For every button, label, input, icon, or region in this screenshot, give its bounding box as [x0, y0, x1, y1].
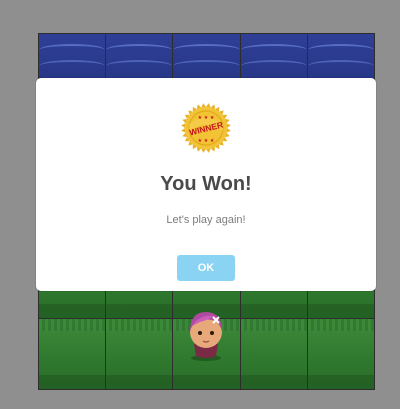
win-dialog: WINNER ★ ★ ★ ★ ★ ★ You Won! Let's play a…: [36, 78, 376, 291]
game-stage: WINNER ★ ★ ★ ★ ★ ★ You Won! Let's play a…: [0, 0, 400, 409]
grass-tile: [106, 318, 173, 389]
grass-tile: [307, 318, 374, 389]
player-character: [190, 312, 222, 361]
svg-text:★ ★ ★: ★ ★ ★: [198, 115, 215, 121]
winner-badge-icon: WINNER ★ ★ ★ ★ ★ ★: [181, 103, 231, 153]
ok-button[interactable]: OK: [177, 255, 235, 281]
svg-text:★ ★ ★: ★ ★ ★: [198, 138, 215, 144]
grass-tile: [240, 318, 307, 389]
dialog-title: You Won!: [160, 173, 252, 195]
dialog-message: Let's play again!: [166, 214, 246, 226]
grass-tile: [39, 318, 106, 389]
